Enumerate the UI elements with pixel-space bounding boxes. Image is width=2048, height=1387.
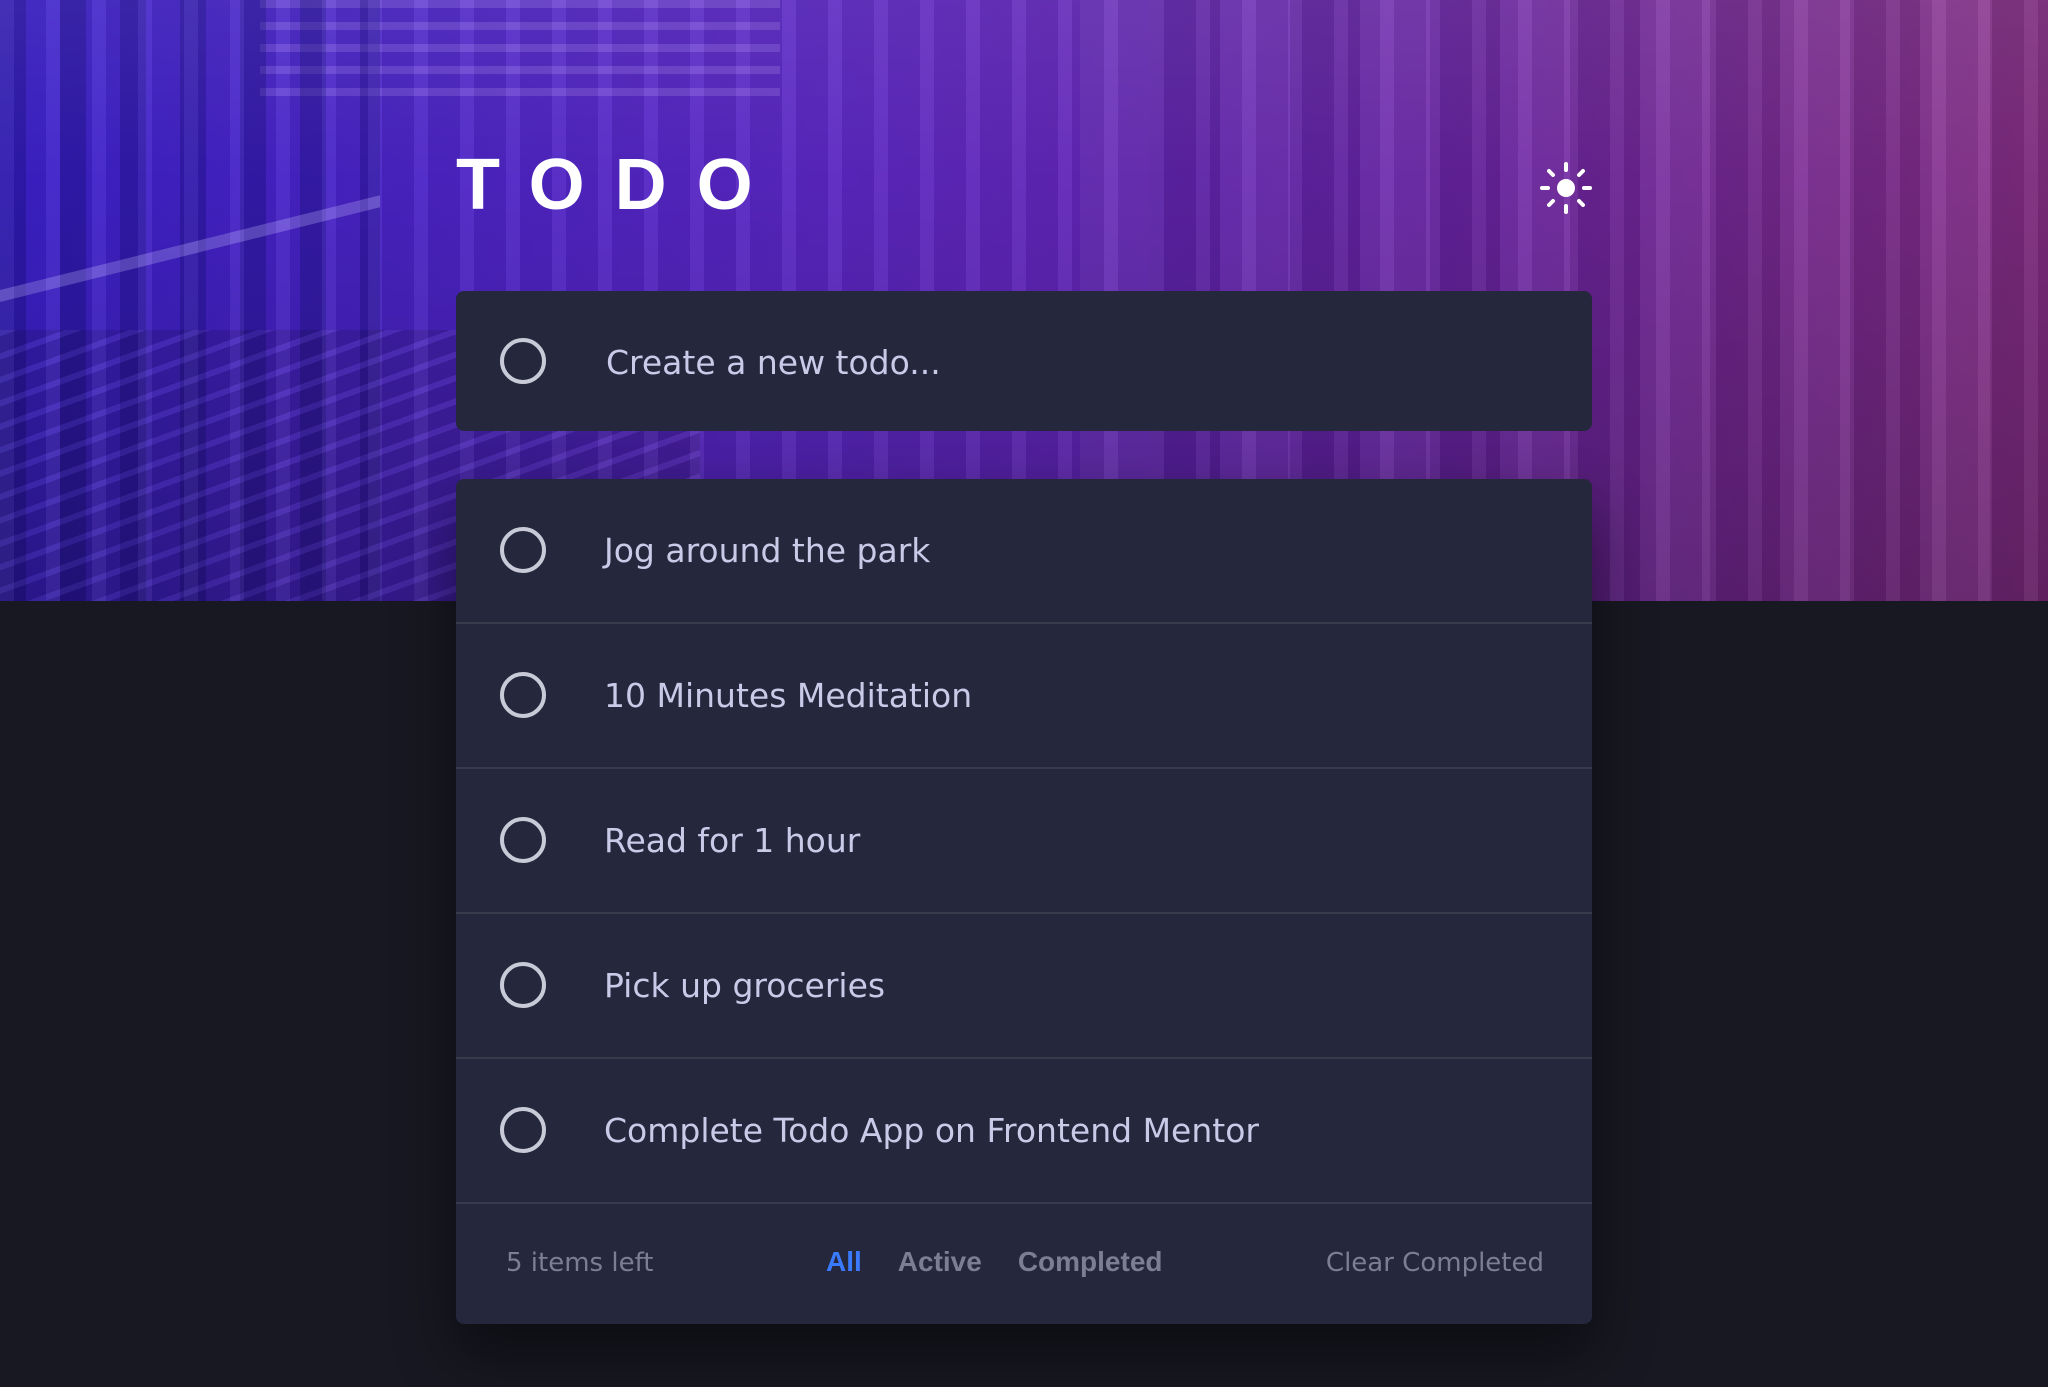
todo-item[interactable]: 10 Minutes Meditation bbox=[456, 624, 1592, 769]
theme-toggle-button[interactable] bbox=[1540, 162, 1592, 214]
todo-text: Jog around the park bbox=[604, 531, 931, 570]
todo-checkbox[interactable] bbox=[500, 962, 546, 1008]
todo-text: Read for 1 hour bbox=[604, 821, 861, 860]
todo-checkbox[interactable] bbox=[500, 527, 546, 573]
new-todo-card bbox=[456, 291, 1592, 431]
todo-item[interactable]: Complete Todo App on Frontend Mentor bbox=[456, 1059, 1592, 1204]
todo-item[interactable]: Read for 1 hour bbox=[456, 769, 1592, 914]
todo-list: Jog around the park 10 Minutes Meditatio… bbox=[456, 479, 1592, 1324]
todo-text: Complete Todo App on Frontend Mentor bbox=[604, 1111, 1259, 1150]
todo-footer: 5 items left All Active Completed Clear … bbox=[456, 1204, 1592, 1324]
filter-all[interactable]: All bbox=[826, 1246, 862, 1278]
todo-checkbox[interactable] bbox=[500, 1107, 546, 1153]
todo-item[interactable]: Jog around the park bbox=[456, 479, 1592, 624]
filter-active[interactable]: Active bbox=[898, 1246, 982, 1278]
todo-text: Pick up groceries bbox=[604, 966, 886, 1005]
new-todo-input[interactable] bbox=[604, 321, 1548, 403]
app-title: TODO bbox=[456, 145, 783, 225]
clear-completed-button[interactable]: Clear Completed bbox=[1326, 1248, 1544, 1278]
todo-checkbox[interactable] bbox=[500, 817, 546, 863]
filter-completed[interactable]: Completed bbox=[1018, 1246, 1163, 1278]
todo-item[interactable]: Pick up groceries bbox=[456, 914, 1592, 1059]
items-left-count: 5 items left bbox=[506, 1248, 654, 1278]
filter-group: All Active Completed bbox=[826, 1246, 1163, 1278]
todo-checkbox[interactable] bbox=[500, 672, 546, 718]
sun-icon bbox=[1540, 162, 1592, 214]
todo-text: 10 Minutes Meditation bbox=[604, 676, 973, 715]
new-todo-checkbox[interactable] bbox=[500, 338, 546, 384]
app-header: TODO bbox=[456, 140, 1592, 230]
